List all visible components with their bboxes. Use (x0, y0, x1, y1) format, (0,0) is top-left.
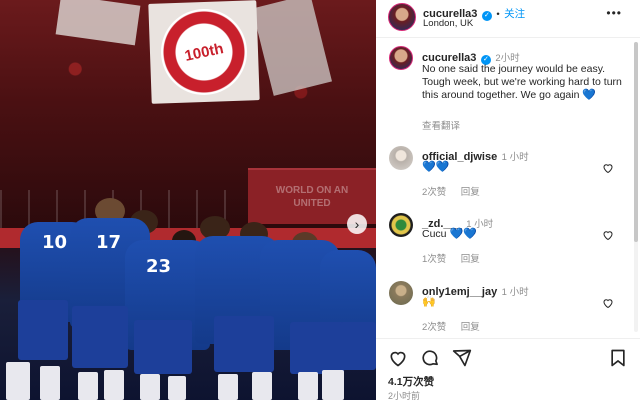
comment-text: Cucu (422, 228, 447, 240)
comment-item: _zd.___ 1 小时 Cucu 💙💙 1次赞 回复 (376, 207, 640, 267)
chevron-right-icon: › (354, 216, 360, 232)
post-photo[interactable]: 100th WORLD ON AN UNITED 10 17 23 › (0, 0, 376, 400)
post-location[interactable]: London, UK (423, 18, 473, 29)
comment-bubble-icon[interactable] (420, 348, 440, 368)
more-options-icon[interactable]: ••• (606, 6, 622, 20)
verified-badge-icon: ✓ (481, 11, 492, 21)
stadium-board-text: WORLD ON AN UNITED (275, 185, 349, 209)
comment-item: official_djwise 1 小时 💙💙 2次赞 回复 (376, 140, 640, 200)
comment-reply-button[interactable]: 回复 (461, 187, 480, 198)
comment-time: 1 小时 (501, 152, 529, 163)
author-avatar[interactable] (389, 46, 413, 70)
commenter-avatar[interactable] (389, 281, 413, 305)
like-heart-icon[interactable] (388, 348, 408, 368)
heart-icon[interactable] (602, 229, 614, 241)
posted-time: 2小时前 (388, 391, 421, 400)
comment-likes[interactable]: 2次赞 (422, 322, 446, 333)
heart-icon[interactable] (602, 297, 614, 309)
blue-heart-icon: 💙💙 (449, 228, 477, 240)
bookmark-save-icon[interactable] (608, 348, 628, 368)
comment-likes[interactable]: 1次赞 (422, 254, 446, 265)
heart-icon[interactable] (602, 162, 614, 174)
next-photo-button[interactable]: › (347, 214, 367, 234)
post-caption: cucurella3 ✓ 2小时 No one said the journey… (376, 38, 640, 134)
raised-hands-icon: 🙌 (422, 296, 436, 308)
likes-count[interactable]: 4.1万次赞 (388, 374, 434, 389)
comment-reply-button[interactable]: 回复 (461, 254, 480, 265)
comments-scrollbar[interactable] (634, 42, 638, 332)
comment-time: 1 小时 (501, 287, 529, 298)
club-banner: 100th (148, 0, 260, 104)
blue-heart-icon: 💙 (582, 89, 597, 101)
comment-item: only1emj__jay 1 小时 🙌 2次赞 回复 (376, 275, 640, 335)
banner-logo: 100th (152, 0, 256, 104)
post-actions-bar: 4.1万次赞 2小时前 (376, 338, 640, 400)
blue-heart-icon: 💙💙 (422, 161, 450, 173)
author-avatar[interactable] (388, 3, 416, 31)
commenter-avatar[interactable] (389, 146, 413, 170)
post-details-panel: cucurella3 ✓ • 关注 London, UK ••• cucurel… (376, 0, 640, 400)
share-send-icon[interactable] (452, 348, 472, 368)
translate-link[interactable]: 查看翻译 (422, 118, 460, 132)
post-header: cucurella3 ✓ • 关注 London, UK ••• (376, 0, 640, 38)
comment-likes[interactable]: 2次赞 (422, 187, 446, 198)
comment-reply-button[interactable]: 回复 (461, 322, 480, 333)
commenter-avatar[interactable] (389, 213, 413, 237)
follow-button[interactable]: 关注 (504, 8, 525, 20)
scrollbar-thumb[interactable] (634, 42, 638, 242)
